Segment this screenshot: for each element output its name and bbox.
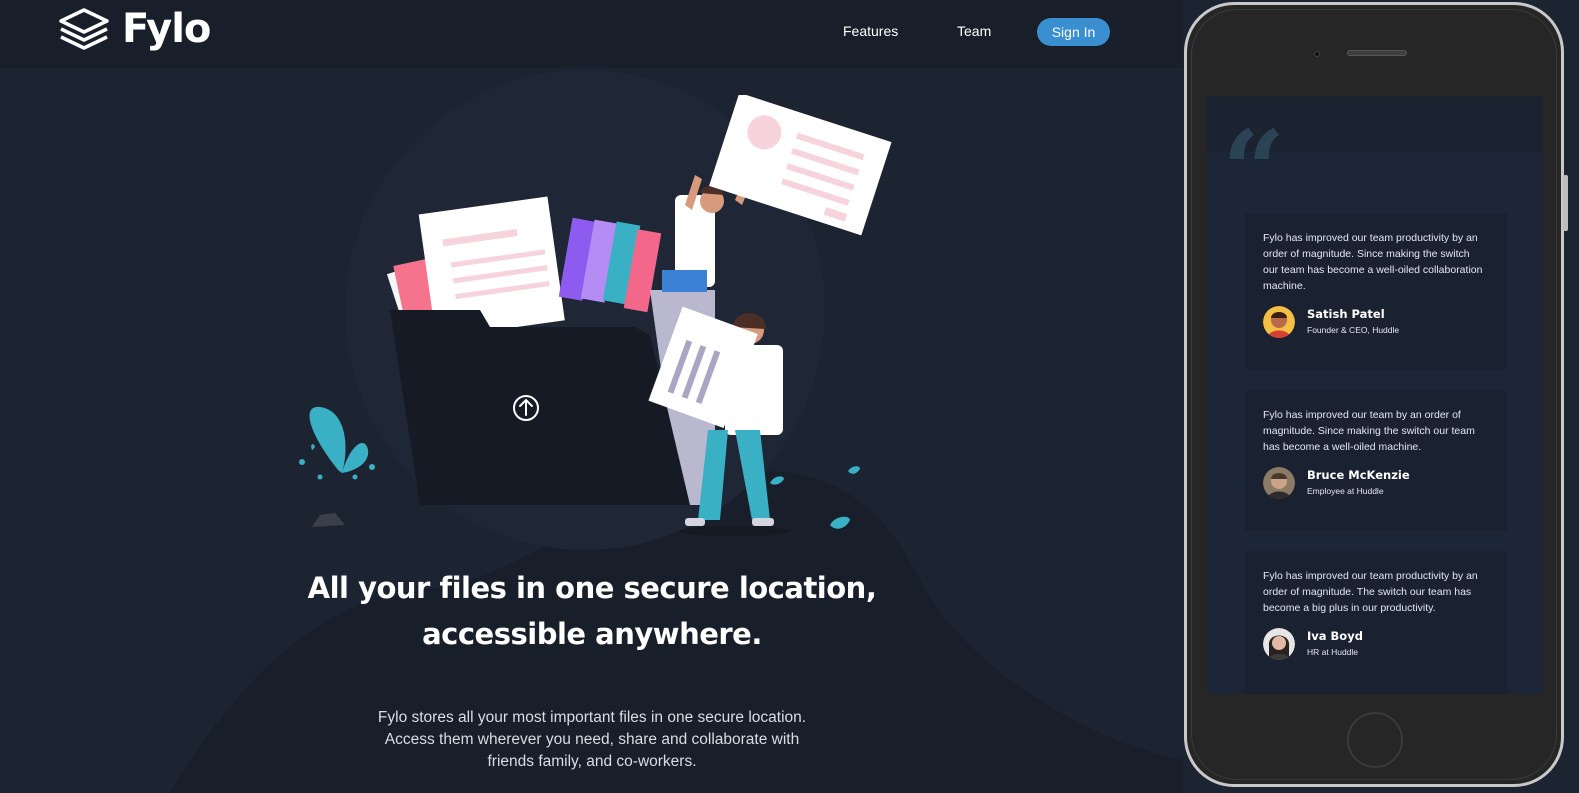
- avatar: [1263, 306, 1295, 338]
- hero-description-line-1: Fylo stores all your most important file…: [377, 709, 807, 726]
- phone-speaker: [1347, 50, 1407, 56]
- logo[interactable]: Fylo: [58, 6, 211, 52]
- hero-illustration: [299, 95, 892, 536]
- testimonial-role: Founder & CEO, Huddle: [1307, 325, 1400, 335]
- screen: Fylo Features Team Sign In All your file…: [0, 0, 1579, 793]
- testimonial-text-line: Fylo has improved our team by an order o…: [1263, 409, 1461, 421]
- nav-link-features[interactable]: Features: [843, 23, 898, 39]
- testimonial-author: Bruce McKenzie Employee at Huddle: [1263, 467, 1489, 499]
- landing-page: Fylo Features Team Sign In All your file…: [0, 0, 1183, 793]
- plant-decoration: [299, 406, 375, 527]
- fylo-logo-icon: [59, 8, 109, 50]
- testimonial-text-line: Fylo has improved our team productivity …: [1263, 232, 1478, 244]
- phone-screen: “ Fylo has improved our team productivit…: [1207, 96, 1543, 694]
- hero-heading: All your files in one secure location, a…: [290, 565, 894, 657]
- testimonial-role: Employee at Huddle: [1307, 486, 1384, 496]
- testimonial-text: Fylo has improved our team by an order o…: [1263, 407, 1489, 455]
- testimonial-author: Satish Patel Founder & CEO, Huddle: [1263, 306, 1489, 338]
- testimonial-name: Iva Boyd: [1307, 629, 1363, 643]
- phone-camera-icon: [1314, 51, 1320, 57]
- phone-mockup: “ Fylo has improved our team productivit…: [1184, 2, 1568, 787]
- testimonial-text-line: order of magnitude. The switch our team …: [1263, 586, 1472, 598]
- testimonial-text-line: machine.: [1263, 280, 1306, 292]
- testimonial-text-line: become a big plus in our productivity.: [1263, 602, 1436, 614]
- hero-description-line-2: Access them wherever you need, share and…: [384, 731, 800, 748]
- nav-link-team[interactable]: Team: [957, 23, 991, 39]
- testimonial-name: Bruce McKenzie: [1307, 468, 1410, 482]
- avatar: [1263, 628, 1295, 660]
- quote-icon: “: [1222, 106, 1286, 235]
- hero-heading-line-2: accessible anywhere.: [422, 617, 762, 651]
- phone-side-button: [1563, 175, 1568, 231]
- testimonial-text: Fylo has improved our team productivity …: [1263, 230, 1489, 294]
- hero-heading-line-1: All your files in one secure location,: [307, 571, 877, 605]
- testimonial-text-line: our team has become a well-oiled collabo…: [1263, 264, 1483, 276]
- brand-name: Fylo: [122, 6, 211, 52]
- sign-in-button[interactable]: Sign In: [1037, 18, 1110, 46]
- hero-description-line-3: friends family, and co-workers.: [487, 753, 697, 770]
- testimonial-text-line: magnitude. Since making the switch our t…: [1263, 425, 1475, 437]
- testimonial-text-line: has become a well-oiled machine.: [1263, 441, 1422, 453]
- testimonial-text-line: Fylo has improved our team productivity …: [1263, 570, 1478, 582]
- testimonial-card: Fylo has improved our team by an order o…: [1245, 390, 1507, 531]
- testimonial-name: Satish Patel: [1307, 307, 1385, 321]
- testimonial-text: Fylo has improved our team productivity …: [1263, 568, 1489, 616]
- hero-description: Fylo stores all your most important file…: [360, 707, 824, 773]
- testimonial-text-line: order of magnitude. Since making the swi…: [1263, 248, 1470, 260]
- testimonial-card: Fylo has improved our team productivity …: [1245, 551, 1507, 694]
- header: Fylo Features Team Sign In: [0, 0, 1183, 68]
- testimonial-author: Iva Boyd HR at Huddle: [1263, 628, 1489, 660]
- avatar: [1263, 467, 1295, 499]
- home-button[interactable]: [1347, 712, 1403, 768]
- testimonial-role: HR at Huddle: [1307, 647, 1359, 657]
- testimonial-card: Fylo has improved our team productivity …: [1245, 213, 1507, 370]
